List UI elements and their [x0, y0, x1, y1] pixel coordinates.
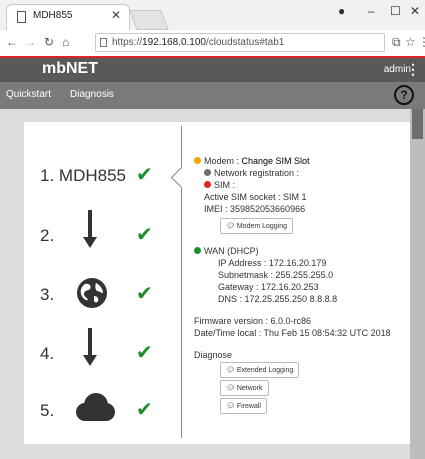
- chat-icon: 💬︎: [226, 367, 235, 374]
- datetime-local: Date/Time local : Thu Feb 15 08:54:32 UT…: [194, 328, 391, 338]
- modem-logging-button[interactable]: 💬︎ Modem Logging: [220, 218, 294, 234]
- help-icon[interactable]: ?: [394, 85, 414, 105]
- modem-status: Modem : Change SIM Slot: [194, 156, 310, 166]
- scrollbar[interactable]: [410, 109, 425, 459]
- brand-logo: mbNET: [42, 60, 98, 77]
- app-header: mbNET admin ⋮: [0, 56, 425, 82]
- step-2-check-icon: ✔: [136, 224, 153, 246]
- active-sim: Active SIM socket : SIM 1: [204, 192, 307, 202]
- nav-item-diagnosis[interactable]: Diagnosis: [70, 89, 114, 100]
- maximize-icon[interactable]: ☐: [390, 4, 401, 18]
- browser-tab[interactable]: MDH855 ✕: [6, 4, 130, 30]
- wan-dns: DNS : 172.25.255.250 8.8.8.8: [218, 294, 338, 304]
- wan-status: WAN (DHCP): [194, 246, 259, 256]
- diagnose-heading: Diagnose: [194, 350, 233, 360]
- forward-icon[interactable]: →: [24, 35, 36, 49]
- step-5-number: 5.: [40, 401, 55, 420]
- page-info-icon[interactable]: [100, 38, 107, 47]
- window-close-icon[interactable]: ✕: [410, 4, 420, 18]
- url-input[interactable]: https://192.168.0.100/cloudstatus#tab1: [95, 33, 385, 52]
- tab-title: MDH855: [33, 10, 73, 21]
- wan-gateway: Gateway : 172.16.20.253: [218, 282, 319, 292]
- wan-ip: IP Address : 172.16.20.179: [218, 258, 327, 268]
- profile-icon[interactable]: ●: [338, 4, 345, 18]
- new-tab-button[interactable]: [129, 10, 169, 30]
- extended-logging-button[interactable]: 💬︎ Extended Logging: [220, 362, 300, 378]
- minimize-icon[interactable]: –: [368, 4, 375, 18]
- step-2-number: 2.: [40, 226, 55, 245]
- user-menu-icon[interactable]: ⋮: [406, 61, 420, 78]
- arrow-down-icon: [83, 328, 97, 366]
- arrow-down-icon: [83, 210, 97, 248]
- reload-icon[interactable]: ↻: [44, 35, 54, 49]
- step-3-number: 3.: [40, 285, 55, 304]
- firewall-button[interactable]: 💬︎ Firewall: [220, 398, 267, 414]
- main-nav: Quickstart Diagnosis ?: [0, 82, 425, 109]
- chat-icon: 💬︎: [226, 223, 235, 230]
- imei: IMEI : 359852053660966: [204, 204, 306, 214]
- bookmark-star-icon[interactable]: ☆: [405, 35, 416, 49]
- change-sim-slot-link[interactable]: Change SIM Slot: [242, 156, 310, 166]
- home-icon[interactable]: ⌂: [62, 35, 69, 49]
- back-icon[interactable]: ←: [6, 35, 18, 49]
- sim-status: SIM :: [204, 180, 235, 190]
- sim-status-dot: [204, 181, 211, 188]
- network-status-dot: [204, 169, 211, 176]
- address-bar: ← → ↻ ⌂ https://192.168.0.100/cloudstatu…: [0, 30, 425, 57]
- step-1-check-icon: ✔: [136, 164, 153, 186]
- globe-icon: [77, 278, 107, 308]
- status-card: 1. MDH855 ✔ 2. ✔ 3. ✔ 4. ✔ 5. ✔ Modem : …: [24, 122, 410, 444]
- browser-tab-strip: MDH855 ✕ ● – ☐ ✕: [0, 0, 425, 30]
- wan-status-dot: [194, 247, 201, 254]
- menu-icon[interactable]: ⋮: [418, 35, 425, 49]
- firmware-version: Firmware version : 6.0.0-rc86: [194, 316, 312, 326]
- url-text: https://192.168.0.100/cloudstatus#tab1: [112, 37, 285, 48]
- page-icon: [17, 11, 26, 23]
- network-button[interactable]: 💬︎ Network: [220, 380, 269, 396]
- step-4-number: 4.: [40, 344, 55, 363]
- step-4-check-icon: ✔: [136, 342, 153, 364]
- chat-icon: 💬︎: [226, 403, 235, 410]
- scrollbar-thumb[interactable]: [412, 109, 423, 139]
- step-1-label: 1. MDH855: [40, 166, 127, 185]
- translate-icon[interactable]: ⧉: [392, 35, 401, 50]
- network-registration: Network registration :: [204, 168, 299, 178]
- cloud-icon: [76, 393, 115, 421]
- selection-pointer: [170, 166, 193, 189]
- wan-subnet: Subnetmask : 255.255.255.0: [218, 270, 334, 280]
- chat-icon: 💬︎: [226, 385, 235, 392]
- tab-close-icon[interactable]: ✕: [111, 8, 121, 22]
- step-5-check-icon: ✔: [136, 399, 153, 421]
- nav-item-quickstart[interactable]: Quickstart: [6, 89, 51, 100]
- step-3-check-icon: ✔: [136, 283, 153, 305]
- modem-status-dot: [194, 157, 201, 164]
